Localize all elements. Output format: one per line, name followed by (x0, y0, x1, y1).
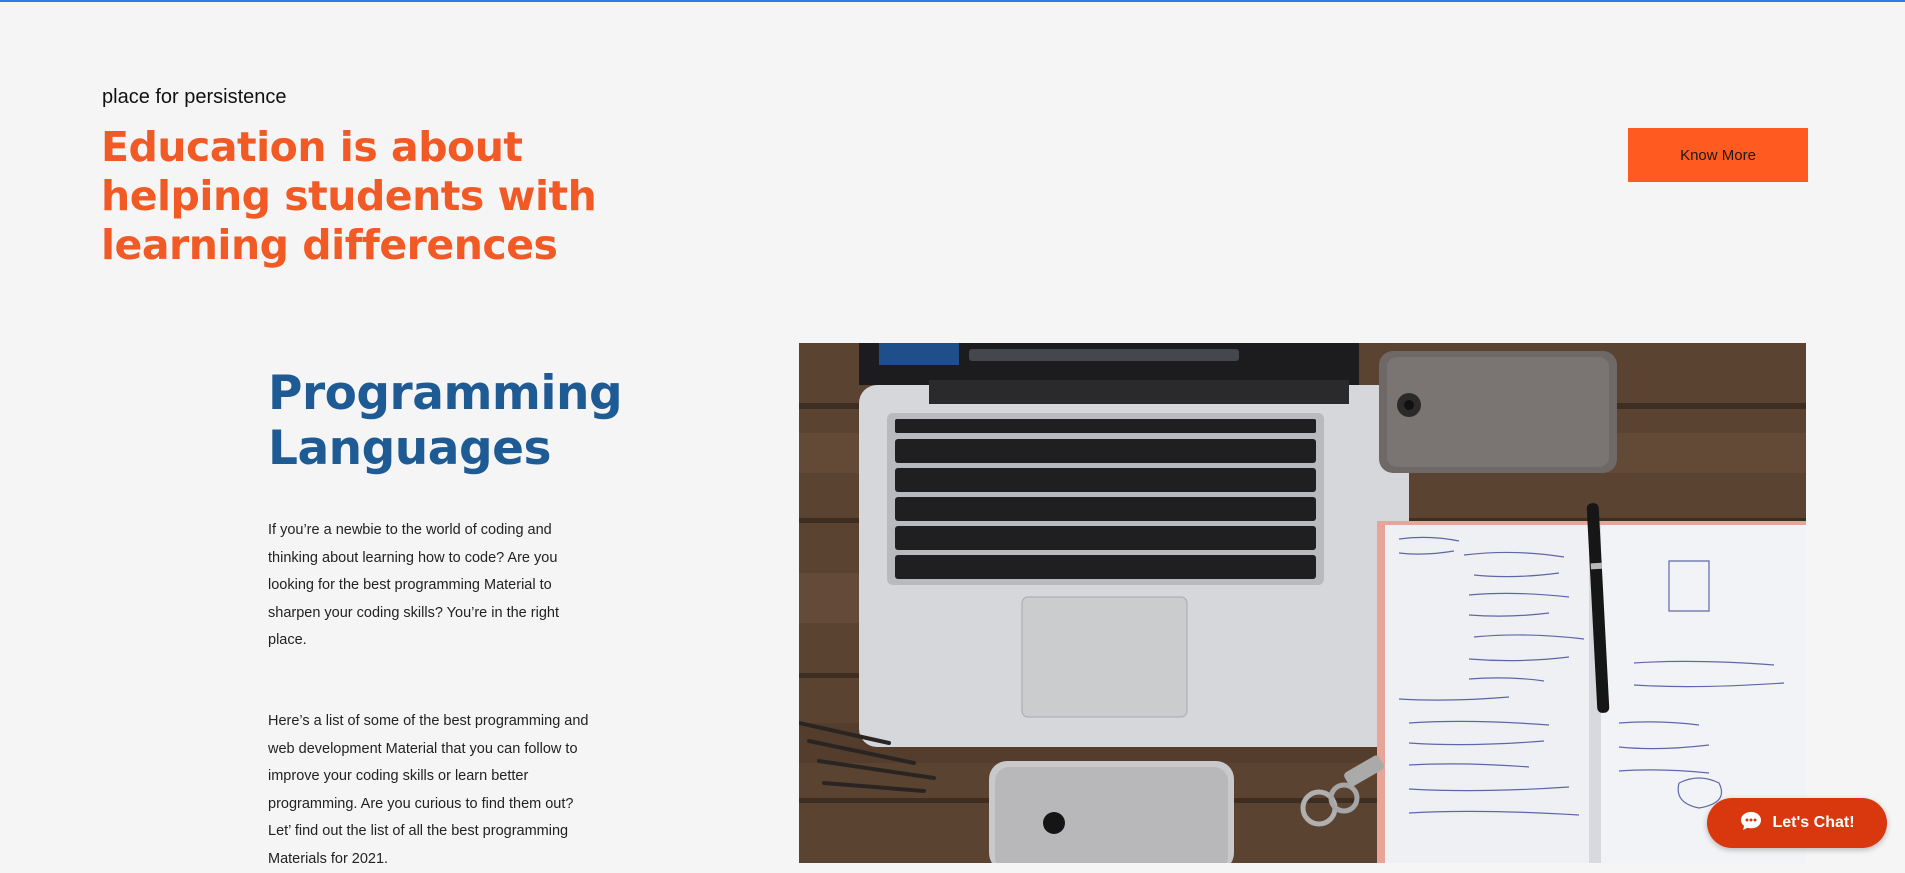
list-intro-paragraph: Here’s a list of some of the best progra… (268, 713, 589, 867)
section-title: Programming Languages (268, 366, 623, 476)
lets-chat-button[interactable]: Let's Chat! (1707, 798, 1887, 848)
hero-tagline: place for persistence (102, 86, 287, 108)
intro-paragraph: If you’re a newbie to the world of codin… (268, 522, 559, 648)
know-more-button[interactable]: Know More (1628, 128, 1808, 182)
chat-label: Let's Chat! (1772, 814, 1855, 831)
hero-title: Education is about helping students with… (101, 123, 597, 269)
chat-bubble-icon (1739, 810, 1763, 837)
top-border (0, 0, 1905, 2)
workspace-photo (799, 343, 1806, 863)
